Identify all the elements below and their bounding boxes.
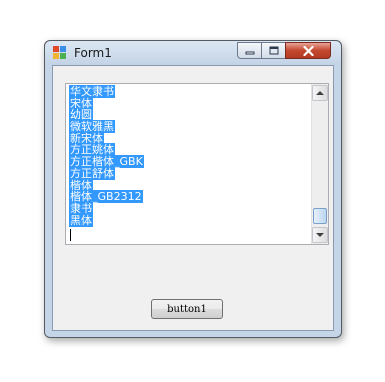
list-item[interactable]: 隶书 bbox=[69, 201, 309, 215]
list-item[interactable]: 宋体 bbox=[69, 96, 309, 110]
scroll-down-button[interactable] bbox=[312, 227, 328, 243]
list-item[interactable]: 华文隶书 bbox=[69, 85, 309, 98]
form1-window: Form1 华文隶书 宋体 幼圆 微软雅黑 新宋体 方正姚体 方正楷体_GBK … bbox=[44, 40, 342, 338]
minimize-button[interactable] bbox=[237, 42, 262, 59]
button1[interactable]: button1 bbox=[151, 299, 223, 319]
title-bar[interactable]: Form1 bbox=[45, 41, 341, 65]
arrow-down-icon bbox=[316, 233, 324, 237]
list-items: 华文隶书 宋体 幼圆 微软雅黑 新宋体 方正姚体 方正楷体_GBK 方正舒体 楷… bbox=[69, 85, 309, 227]
form-client-area: 华文隶书 宋体 幼圆 微软雅黑 新宋体 方正姚体 方正楷体_GBK 方正舒体 楷… bbox=[52, 65, 334, 331]
list-item[interactable]: 楷体_GB2312 bbox=[69, 190, 309, 204]
close-icon bbox=[302, 45, 314, 56]
vertical-scrollbar[interactable] bbox=[311, 84, 328, 244]
scroll-up-button[interactable] bbox=[312, 85, 328, 101]
minimize-icon bbox=[245, 51, 254, 54]
font-listbox[interactable]: 华文隶书 宋体 幼圆 微软雅黑 新宋体 方正姚体 方正楷体_GBK 方正舒体 楷… bbox=[65, 83, 329, 245]
text-caret bbox=[70, 229, 71, 241]
list-item[interactable]: 微软雅黑 bbox=[69, 120, 309, 134]
maximize-icon bbox=[269, 46, 278, 55]
scroll-thumb[interactable] bbox=[313, 208, 327, 224]
list-item[interactable]: 方正舒体 bbox=[69, 166, 309, 180]
list-item[interactable]: 黑体 bbox=[69, 213, 309, 227]
window-title: Form1 bbox=[74, 46, 112, 60]
app-form-icon bbox=[53, 46, 66, 59]
arrow-up-icon bbox=[316, 91, 324, 95]
close-button[interactable] bbox=[285, 42, 331, 59]
maximize-button[interactable] bbox=[261, 42, 286, 59]
